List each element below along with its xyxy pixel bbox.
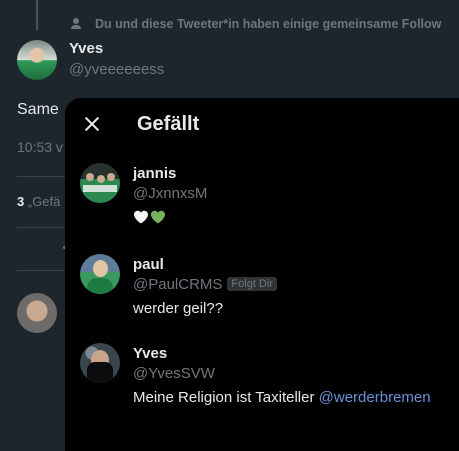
social-context: Du und diese Tweeter*in haben einige gem… <box>71 17 441 31</box>
user-handle: @PaulCRMS Folgt Dir <box>133 276 277 293</box>
close-icon[interactable] <box>81 113 103 135</box>
tweet-time[interactable]: 10:53 v <box>17 139 63 155</box>
author-avatar[interactable] <box>17 40 57 80</box>
avatar[interactable] <box>80 343 120 383</box>
green-heart-icon <box>151 210 165 224</box>
tweet-text: Same <box>17 101 59 118</box>
user-bio: werder geil?? <box>133 300 224 317</box>
author-handle[interactable]: @yveeeeeess <box>69 61 164 78</box>
reply-avatar[interactable] <box>17 293 57 333</box>
divider <box>17 176 65 177</box>
modal-title: Gefällt <box>137 113 200 135</box>
white-heart-icon <box>134 210 148 224</box>
likes-label: „Gefä <box>27 194 61 209</box>
user-bio <box>133 209 167 227</box>
person-icon <box>71 18 81 29</box>
divider <box>17 227 65 228</box>
user-name[interactable]: paul <box>133 256 164 273</box>
user-handle-text: @PaulCRMS <box>133 276 223 293</box>
avatar[interactable] <box>80 163 120 203</box>
user-name[interactable]: Yves <box>133 345 167 362</box>
user-name[interactable]: jannis <box>133 165 176 182</box>
likes-number: 3 <box>17 194 25 209</box>
user-bio-text: Meine Religion ist Taxiteller <box>133 389 315 406</box>
likes-modal: Gefällt jannis @JxnnxsM paul @PaulCRMS Fo… <box>65 98 459 451</box>
divider <box>17 270 65 271</box>
mention-link[interactable]: @werderbremen <box>319 389 431 406</box>
social-context-text: Du und diese Tweeter*in haben einige gem… <box>95 17 442 31</box>
thread-line <box>36 0 38 30</box>
user-handle: @YvesSVW <box>133 365 215 382</box>
user-handle: @JxnnxsM <box>133 185 208 202</box>
likes-count[interactable]: 3 „Gefä <box>17 194 60 209</box>
user-bio: Meine Religion ist Taxiteller @werderbre… <box>133 389 431 406</box>
follows-you-badge: Folgt Dir <box>227 277 277 291</box>
avatar[interactable] <box>80 254 120 294</box>
author-name[interactable]: Yves <box>69 40 103 57</box>
